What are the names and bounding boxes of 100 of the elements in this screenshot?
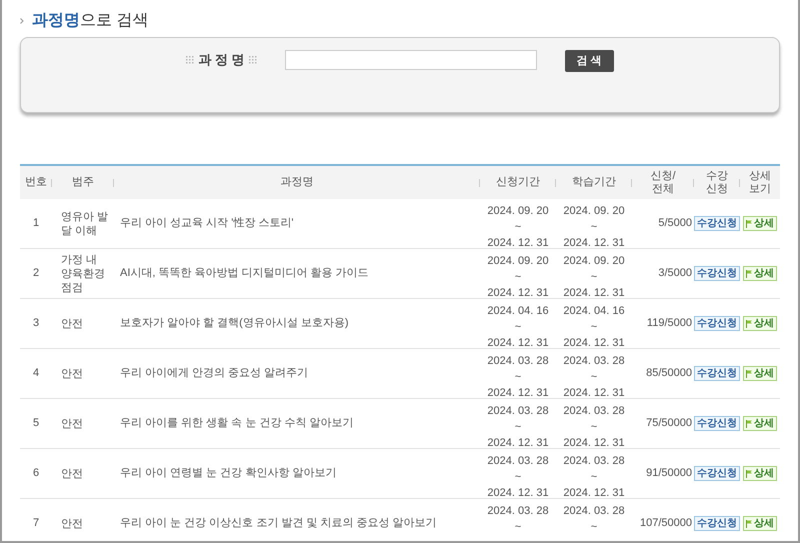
row-number: 5 bbox=[32, 416, 40, 432]
flag-icon bbox=[746, 370, 752, 378]
study-date: ~ bbox=[590, 370, 598, 385]
enrollment-count: 75/50000 bbox=[646, 416, 692, 432]
study-date: ~ bbox=[590, 420, 598, 435]
apply-date: 2024. 03. 28 bbox=[487, 504, 549, 519]
enrollment-count: 3/5000 bbox=[658, 266, 692, 282]
enroll-button[interactable]: 수강신청 bbox=[694, 466, 740, 481]
enroll-button[interactable]: 수강신청 bbox=[694, 316, 740, 331]
enroll-button[interactable]: 수강신청 bbox=[694, 266, 740, 281]
course-title: AI시대, 똑똑한 육아방법 디지털미디어 활용 가이드 bbox=[120, 267, 369, 280]
course-title: 우리 아이 눈 건강 이상신호 조기 발견 및 치료의 중요성 알아보기 bbox=[120, 517, 437, 530]
bullet-icon bbox=[20, 18, 24, 24]
row-number: 1 bbox=[32, 216, 40, 232]
study-date: 2024. 09. 20 bbox=[563, 204, 625, 219]
study-date: ~ bbox=[590, 470, 598, 485]
study-date: 2024. 09. 20 bbox=[563, 254, 625, 269]
study-date: 2024. 12. 31 bbox=[563, 286, 625, 301]
course-title: 우리 아이 연령별 눈 건강 확인사항 알아보기 bbox=[120, 467, 336, 480]
row-number: 3 bbox=[32, 316, 40, 332]
enrollment-count: 107/50000 bbox=[640, 516, 692, 532]
row-number: 6 bbox=[32, 466, 40, 482]
apply-date: 2024. 12. 31 bbox=[487, 386, 549, 401]
apply-date: 2024. 03. 28 bbox=[487, 404, 549, 419]
study-date: 2024. 12. 31 bbox=[563, 486, 625, 501]
category-cell: 가정 내 양육환경 점검 bbox=[61, 254, 105, 294]
study-date: 2024. 12. 31 bbox=[563, 336, 625, 351]
apply-date: 2024. 03. 28 bbox=[487, 454, 549, 469]
detail-button[interactable]: 상세 bbox=[743, 216, 777, 231]
category-cell: 안전 bbox=[61, 368, 83, 380]
flag-icon bbox=[746, 320, 752, 328]
search-label: 과 정 명 bbox=[198, 51, 245, 69]
detail-button[interactable]: 상세 bbox=[743, 466, 777, 481]
apply-date: 2024. 09. 20 bbox=[487, 204, 549, 219]
course-title: 우리 아이에게 안경의 중요성 알려주기 bbox=[120, 367, 308, 380]
row-number: 7 bbox=[32, 516, 40, 532]
enrollment-count: 119/5000 bbox=[646, 316, 692, 332]
apply-date: 2024. 12. 31 bbox=[487, 236, 549, 251]
apply-date: 2024. 12. 31 bbox=[487, 336, 549, 351]
apply-date: ~ bbox=[514, 370, 522, 385]
search-button[interactable]: 검 색 bbox=[564, 50, 614, 72]
dotted-ornament-icon bbox=[186, 56, 194, 64]
detail-button[interactable]: 상세 bbox=[743, 316, 777, 331]
enroll-button[interactable]: 수강신청 bbox=[694, 416, 740, 431]
enrollment-count: 5/5000 bbox=[658, 216, 692, 232]
column-header: 학습기간 bbox=[572, 176, 616, 189]
apply-date: 2024. 12. 31 bbox=[487, 286, 549, 301]
flag-icon bbox=[746, 420, 752, 428]
apply-date: 2024. 04. 16 bbox=[487, 304, 549, 319]
apply-date: 2024. 12. 31 bbox=[487, 436, 549, 451]
detail-button[interactable]: 상세 bbox=[743, 266, 777, 281]
category-cell: 안전 bbox=[61, 318, 83, 330]
apply-date: ~ bbox=[514, 420, 522, 435]
study-date: ~ bbox=[590, 220, 598, 235]
flag-icon bbox=[746, 520, 752, 528]
apply-date: ~ bbox=[514, 520, 522, 535]
flag-icon bbox=[746, 270, 752, 278]
study-date: 2024. 12. 31 bbox=[563, 236, 625, 251]
row-number: 4 bbox=[32, 366, 40, 382]
study-date: ~ bbox=[590, 520, 598, 535]
study-date: 2024. 03. 28 bbox=[563, 454, 625, 469]
course-title: 보호자가 알아야 할 결핵(영유아시설 보호자용) bbox=[120, 317, 349, 330]
enrollment-count: 91/50000 bbox=[646, 466, 692, 482]
study-date: 2024. 03. 28 bbox=[563, 504, 625, 519]
apply-date: ~ bbox=[514, 270, 522, 285]
course-title: 우리 아이를 위한 생활 속 눈 건강 수칙 알아보기 bbox=[120, 417, 354, 430]
column-header: 과정명 bbox=[280, 176, 314, 189]
column-header: 신청기간 bbox=[496, 176, 540, 189]
apply-date: ~ bbox=[514, 220, 522, 235]
category-cell: 안전 bbox=[61, 468, 83, 480]
study-date: ~ bbox=[590, 270, 598, 285]
apply-date: ~ bbox=[514, 470, 522, 485]
dotted-ornament-icon bbox=[248, 56, 257, 64]
study-date: 2024. 12. 31 bbox=[563, 436, 625, 451]
apply-date: 2024. 12. 31 bbox=[487, 486, 549, 501]
flag-icon bbox=[746, 220, 752, 228]
course-title: 우리 아이 성교육 시작 '性장 스토리' bbox=[120, 217, 294, 230]
detail-button[interactable]: 상세 bbox=[743, 416, 777, 431]
page-title: 과정명으로 검색 bbox=[32, 11, 148, 31]
study-date: ~ bbox=[590, 320, 598, 335]
enroll-button[interactable]: 수강신청 bbox=[694, 516, 740, 531]
column-header: 상세 보기 bbox=[749, 170, 771, 196]
study-date: 2024. 03. 28 bbox=[563, 404, 625, 419]
study-date: 2024. 03. 28 bbox=[563, 354, 625, 369]
detail-button[interactable]: 상세 bbox=[743, 366, 777, 381]
column-header: 범주 bbox=[72, 176, 94, 189]
apply-date: 2024. 03. 28 bbox=[487, 354, 549, 369]
column-header: 번호 bbox=[25, 176, 47, 189]
search-field[interactable] bbox=[284, 50, 537, 70]
enroll-button[interactable]: 수강신청 bbox=[694, 216, 740, 231]
apply-date: ~ bbox=[514, 320, 522, 335]
detail-button[interactable]: 상세 bbox=[743, 516, 777, 531]
category-cell: 안전 bbox=[61, 418, 83, 430]
study-date: 2024. 04. 16 bbox=[563, 304, 625, 319]
enroll-button[interactable]: 수강신청 bbox=[694, 366, 740, 381]
column-header: 수강 신청 bbox=[706, 170, 728, 196]
study-date: 2024. 12. 31 bbox=[563, 386, 625, 401]
category-cell: 안전 bbox=[61, 518, 83, 530]
category-cell: 영유아 발달 이해 bbox=[61, 210, 108, 236]
row-number: 2 bbox=[32, 266, 40, 282]
